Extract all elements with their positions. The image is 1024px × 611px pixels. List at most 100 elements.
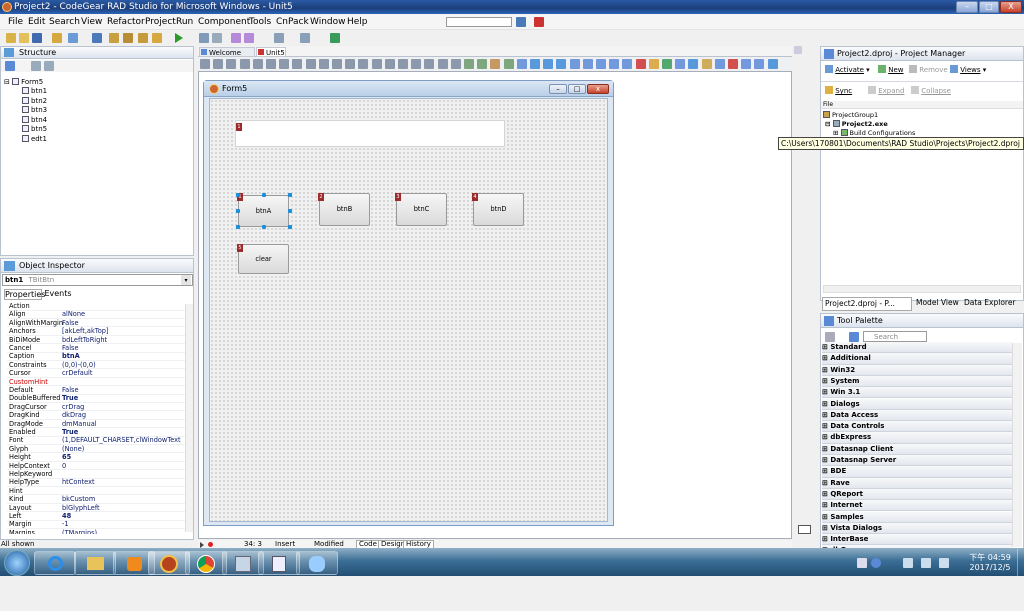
property-row[interactable]: Margins (TMargins) (7, 529, 185, 534)
tab-welcome-page[interactable]: Welcome Page (199, 47, 255, 67)
align-tool-icon[interactable] (662, 59, 672, 69)
property-row[interactable]: Cursor crDefault (7, 369, 185, 378)
property-row[interactable]: DragKind dkDrag (7, 411, 185, 420)
palette-category[interactable]: ⊞ Standard (822, 342, 1012, 354)
menu-help[interactable]: Help (347, 14, 368, 30)
align-tool-icon[interactable] (358, 59, 369, 69)
align-tool-icon[interactable] (648, 59, 659, 69)
close-button[interactable]: X (1000, 1, 1022, 13)
ie-taskbar-button[interactable] (34, 551, 76, 575)
align-tool-icon[interactable] (754, 59, 765, 69)
align-tool-icon[interactable] (252, 59, 263, 69)
structure-down-icon[interactable] (44, 61, 54, 71)
property-value[interactable]: True (62, 394, 184, 403)
palette-category[interactable]: ⊞ Dialogs (822, 398, 1012, 410)
save-as-icon[interactable] (92, 33, 102, 43)
align-tool-icon[interactable] (450, 59, 461, 69)
tree-item-btn3[interactable]: btn3 (22, 106, 47, 115)
property-row[interactable]: HelpKeyword (7, 470, 185, 479)
open-icon[interactable] (19, 33, 29, 43)
tab-data-explorer[interactable]: Data Explorer (962, 297, 1022, 309)
property-row[interactable]: BiDiMode bdLeftToRight (7, 336, 185, 345)
save-all-icon[interactable] (68, 33, 78, 43)
expand-button[interactable]: Expand (868, 86, 904, 95)
structure-up-icon[interactable] (31, 61, 41, 71)
form-close-button[interactable]: x (587, 84, 609, 94)
property-row[interactable]: HelpType htContext (7, 478, 185, 487)
menu-component[interactable]: Component (198, 14, 250, 30)
align-tool-icon[interactable] (332, 59, 342, 69)
align-tool-icon[interactable] (318, 59, 329, 69)
selection-handle[interactable] (262, 225, 266, 229)
property-row[interactable]: DoubleBuffered True (7, 394, 185, 403)
align-tool-icon[interactable] (200, 59, 210, 69)
align-tool-icon[interactable] (398, 59, 408, 69)
property-row[interactable]: Font (1,DEFAULT_CHARSET,clWindowText (7, 436, 185, 445)
pointer-icon[interactable] (849, 332, 859, 342)
align-tool-icon[interactable] (530, 59, 540, 69)
menu-refactor[interactable]: Refactor (107, 14, 145, 30)
palette-category[interactable]: ⊞ QReport (822, 488, 1012, 501)
property-value[interactable]: False (62, 319, 184, 328)
align-tool-icon[interactable] (741, 59, 752, 69)
align-tool-icon[interactable] (503, 59, 514, 69)
save-desktop-icon[interactable] (516, 17, 526, 27)
menu-file[interactable]: File (8, 14, 23, 30)
property-row[interactable]: Height 65 (7, 453, 185, 462)
align-tool-icon[interactable] (714, 59, 725, 69)
align-tool-icon[interactable] (569, 59, 580, 69)
form-minimize-button[interactable]: – (549, 84, 567, 94)
property-value[interactable]: crDefault (62, 369, 184, 378)
property-row[interactable]: Kind bkCustom (7, 495, 185, 504)
show-desktop-button[interactable] (1017, 549, 1024, 576)
property-value[interactable]: bkCustom (62, 495, 184, 504)
chevron-down-icon[interactable]: ▾ (181, 275, 191, 285)
align-tool-icon[interactable] (767, 59, 778, 69)
property-value[interactable]: htContext (62, 478, 184, 487)
paint-taskbar-button[interactable] (296, 551, 338, 575)
tree-item-btn2[interactable]: btn2 (22, 97, 47, 106)
align-tool-icon[interactable] (622, 59, 633, 69)
align-tool-icon[interactable] (596, 59, 606, 69)
property-value[interactable]: dkDrag (62, 411, 184, 420)
align-tool-icon[interactable] (266, 59, 276, 69)
palette-categories-icon[interactable] (825, 332, 835, 342)
back-icon[interactable] (274, 33, 284, 43)
palette-category[interactable]: ⊞ dbExpress (822, 432, 1012, 444)
open-project-icon[interactable] (52, 33, 62, 43)
selection-handle[interactable] (236, 225, 240, 229)
tree-item-btn1[interactable]: btn1 (22, 87, 47, 96)
tab-properties[interactable]: Properties (4, 289, 45, 300)
align-tool-icon[interactable] (635, 59, 646, 69)
menu-edit[interactable]: Edit (28, 14, 45, 30)
form-maximize-button[interactable]: □ (568, 84, 586, 94)
align-tool-icon[interactable] (371, 59, 382, 69)
align-tool-icon[interactable] (292, 59, 303, 69)
align-tool-icon[interactable] (728, 59, 738, 69)
pause-icon[interactable] (199, 33, 209, 43)
palette-category[interactable]: ⊞ Datasnap Client (822, 443, 1012, 455)
palette-category[interactable]: ⊞ Rave (822, 477, 1012, 489)
align-tool-icon[interactable] (609, 59, 620, 69)
palette-search-input[interactable]: Search (863, 331, 927, 342)
view-unit-icon[interactable] (138, 33, 148, 43)
menu-view[interactable]: View (81, 14, 102, 30)
property-row[interactable]: Constraints (0,0)-(0,0) (7, 361, 185, 370)
property-value[interactable]: (1,DEFAULT_CHARSET,clWindowText (62, 436, 184, 445)
property-value[interactable]: [akLeft,akTop] (62, 327, 184, 336)
property-row[interactable]: Enabled True (7, 428, 185, 437)
align-tool-icon[interactable] (226, 59, 237, 69)
run-icon[interactable] (175, 33, 183, 43)
selection-handle[interactable] (236, 209, 240, 213)
step-icon[interactable] (212, 33, 222, 43)
tab-project-manager[interactable]: Project2.dproj - P... (822, 297, 912, 311)
property-value[interactable]: True (62, 428, 184, 437)
pm-horizontal-scrollbar[interactable] (823, 285, 1021, 293)
new-icon[interactable] (6, 33, 16, 43)
collapse-button[interactable]: Collapse (911, 86, 951, 95)
palette-category[interactable]: ⊞ Win 3.1 (822, 387, 1012, 399)
structure-filter-icon[interactable] (5, 61, 15, 71)
property-row[interactable]: Left 48 (7, 512, 185, 521)
property-row[interactable]: Action (7, 302, 185, 311)
align-tool-icon[interactable] (543, 59, 554, 69)
